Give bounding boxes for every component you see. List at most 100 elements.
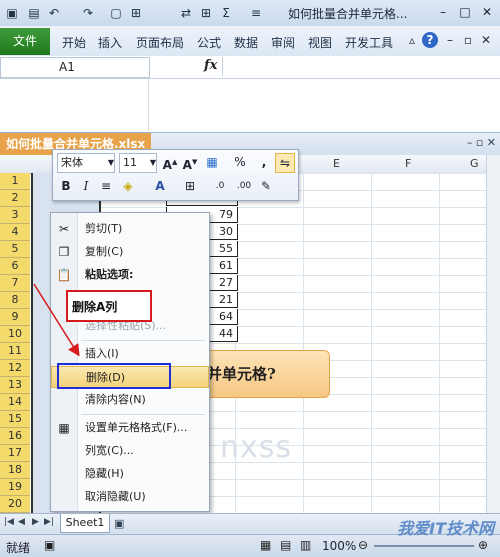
tab-view[interactable]: 视图 xyxy=(308,34,332,51)
row-header[interactable]: 4 xyxy=(0,224,30,241)
min-doc-icon[interactable]: – xyxy=(442,32,458,48)
center-align-icon[interactable]: ≡ xyxy=(97,177,115,195)
format-painter-icon[interactable]: ✎ xyxy=(257,177,275,195)
menu-item-format-cells[interactable]: ▦ 设置单元格格式(F)... xyxy=(51,417,209,439)
row-header[interactable]: 6 xyxy=(0,258,30,275)
tab-review[interactable]: 审阅 xyxy=(271,34,295,51)
undo-icon[interactable]: ↶ xyxy=(46,4,62,22)
formula-bar-expanded xyxy=(0,79,500,131)
borders-icon[interactable]: ⊞ xyxy=(198,4,214,22)
row-header[interactable]: 11 xyxy=(0,343,30,360)
page-break-view-icon[interactable]: ▥ xyxy=(300,538,311,552)
tab-page-layout[interactable]: 页面布局 xyxy=(136,34,184,51)
macro-record-icon[interactable]: ▣ xyxy=(44,538,55,552)
merge-icon[interactable]: ⇄ xyxy=(178,4,194,22)
save-icon[interactable]: ▤ xyxy=(26,4,42,22)
layout-icon[interactable]: ⊞ xyxy=(128,4,144,22)
row-header[interactable]: 16 xyxy=(0,428,30,445)
row-header[interactable]: 17 xyxy=(0,445,30,462)
menu-item-hide[interactable]: 隐藏(H) xyxy=(51,463,209,485)
menu-item-column-width[interactable]: 列宽(C)... xyxy=(51,440,209,462)
zoom-out-icon[interactable]: ⊖ xyxy=(358,538,368,552)
tab-data[interactable]: 数据 xyxy=(234,34,258,51)
row-header[interactable]: 14 xyxy=(0,394,30,411)
help-icon[interactable]: ? xyxy=(422,32,438,48)
workbook-window-controls[interactable]: – ▫ ✕ xyxy=(467,136,496,149)
column-header-g[interactable]: G xyxy=(470,157,479,170)
row-header[interactable]: 2 xyxy=(0,190,30,207)
tab-formulas[interactable]: 公式 xyxy=(197,34,221,51)
column-header-f[interactable]: F xyxy=(405,157,411,170)
comma-icon[interactable]: , xyxy=(255,153,273,171)
row-header[interactable]: 12 xyxy=(0,360,30,377)
close-doc-icon[interactable]: ✕ xyxy=(478,32,494,48)
row-header[interactable]: 19 xyxy=(0,479,30,496)
row-header[interactable]: 13 xyxy=(0,377,30,394)
tab-insert[interactable]: 插入 xyxy=(98,34,122,51)
normal-view-icon[interactable]: ▦ xyxy=(260,538,271,552)
formula-input[interactable] xyxy=(222,57,485,76)
sheet-tab[interactable]: Sheet1 xyxy=(60,514,110,533)
tab-developer[interactable]: 开发工具 xyxy=(345,34,393,51)
borders-icon[interactable]: ⊞ xyxy=(181,177,199,195)
chevron-down-icon[interactable]: ▼ xyxy=(144,154,162,172)
row-header[interactable]: 20 xyxy=(0,496,30,513)
italic-icon[interactable]: I xyxy=(77,177,95,195)
chevron-down-icon[interactable]: ▼ xyxy=(102,154,120,172)
menu-item-paste-options: 📋 粘贴选项: xyxy=(51,264,209,286)
row-header[interactable]: 10 xyxy=(0,326,30,343)
format-painter-toggle-icon[interactable]: ⇋ xyxy=(275,153,295,173)
prev-sheet-icon[interactable]: ◀ xyxy=(18,517,25,527)
print-preview-icon[interactable]: ▢ xyxy=(108,4,124,22)
ribbon-collapse-icon[interactable]: ▵ xyxy=(404,32,420,48)
fill-color-icon[interactable]: ◈ xyxy=(119,177,137,195)
row-header[interactable]: 18 xyxy=(0,462,30,479)
page-layout-view-icon[interactable]: ▤ xyxy=(280,538,291,552)
row-header[interactable]: 15 xyxy=(0,411,30,428)
last-sheet-icon[interactable]: ▶| xyxy=(44,517,54,527)
menu-item-copy[interactable]: ❐ 复制(C) xyxy=(51,241,209,263)
zoom-in-icon[interactable]: ⊕ xyxy=(478,538,488,552)
increase-decimal-icon[interactable]: .0 xyxy=(211,177,229,195)
row-header[interactable]: 8 xyxy=(0,292,30,309)
fx-icon[interactable]: fx xyxy=(204,58,217,73)
shrink-font-icon[interactable]: A▼ xyxy=(181,153,199,172)
font-color-icon[interactable]: A xyxy=(151,177,169,195)
row-header[interactable]: 1 xyxy=(0,173,30,190)
row-header[interactable]: 3 xyxy=(0,207,30,224)
align-icon[interactable]: ≡ xyxy=(248,4,264,22)
menu-item-cut[interactable]: ✂ 剪切(T) xyxy=(51,218,209,240)
highlight-box xyxy=(57,363,171,389)
column-header-e[interactable]: E xyxy=(333,157,340,170)
first-sheet-icon[interactable]: |◀ xyxy=(4,517,14,527)
autosum-icon[interactable]: Σ xyxy=(218,4,234,22)
menu-item-insert[interactable]: 插入(I) xyxy=(51,343,209,365)
grow-font-icon[interactable]: A▲ xyxy=(161,153,179,172)
name-box[interactable]: A1 xyxy=(0,57,150,78)
zoom-level[interactable]: 100% xyxy=(322,539,356,553)
redo-icon[interactable]: ↷ xyxy=(80,4,96,22)
minimize-icon[interactable]: – xyxy=(434,3,452,21)
zoom-slider[interactable] xyxy=(374,545,474,547)
restore-doc-icon[interactable]: ▫ xyxy=(460,32,476,48)
menu-item-clear-contents[interactable]: 清除内容(N) xyxy=(51,389,209,411)
tab-home[interactable]: 开始 xyxy=(62,34,86,51)
menu-item-label: 剪切(T) xyxy=(85,222,123,235)
menu-item-unhide[interactable]: 取消隐藏(U) xyxy=(51,486,209,508)
vertical-scrollbar[interactable] xyxy=(486,155,500,513)
percent-icon[interactable]: % xyxy=(231,153,249,171)
row-header[interactable]: 7 xyxy=(0,275,30,292)
cell-style-icon[interactable]: ▦ xyxy=(203,153,221,171)
decrease-decimal-icon[interactable]: .00 xyxy=(235,177,253,195)
close-icon[interactable]: ✕ xyxy=(478,3,496,21)
bold-icon[interactable]: B xyxy=(57,177,75,195)
next-sheet-icon[interactable]: ▶ xyxy=(32,517,39,527)
insert-sheet-icon[interactable]: ▣ xyxy=(114,517,124,530)
tab-file[interactable]: 文件 xyxy=(0,28,50,55)
excel-icon[interactable]: ▣ xyxy=(4,4,20,22)
maximize-icon[interactable]: □ xyxy=(456,3,474,21)
row-header[interactable]: 9 xyxy=(0,309,30,326)
title-banner: 并单元格? xyxy=(198,350,330,398)
row-header[interactable]: 5 xyxy=(0,241,30,258)
menu-item-label: 列宽(C)... xyxy=(85,444,134,457)
